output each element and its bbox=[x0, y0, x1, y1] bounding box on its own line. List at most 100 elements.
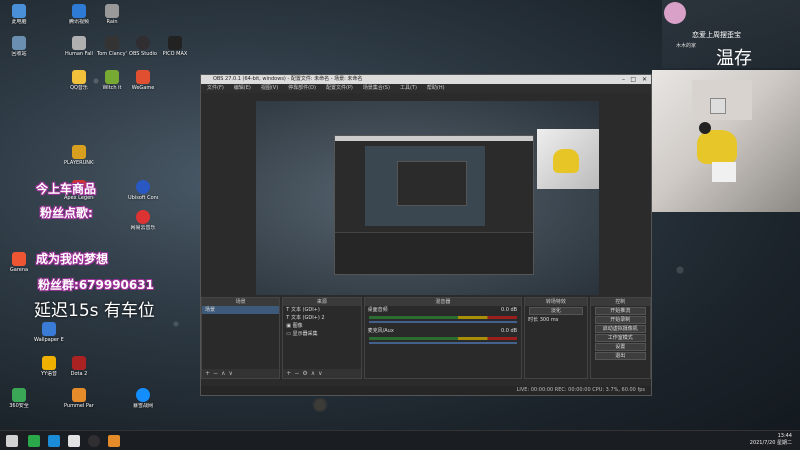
mixer-track: 麦克风/Aux 0.0 dB bbox=[367, 328, 518, 334]
duration-input[interactable]: 300 ms bbox=[540, 317, 559, 323]
desktop-icon[interactable]: 暴雪战网 bbox=[128, 388, 158, 409]
name-card: 恋爱上周摆歪宝 木木的家 温存 bbox=[662, 0, 800, 69]
recycle-bin-icon bbox=[12, 36, 26, 50]
scenes-panel-title: 场景 bbox=[202, 298, 280, 306]
webcam-feed bbox=[652, 70, 800, 212]
video-app-icon bbox=[72, 4, 86, 18]
desktop-icon[interactable]: 回收站 bbox=[4, 36, 34, 57]
down-icon[interactable]: ∨ bbox=[318, 370, 325, 377]
wall-plate bbox=[710, 98, 726, 114]
add-icon[interactable]: + bbox=[205, 370, 213, 377]
desktop-icon[interactable]: Human Fall bbox=[64, 36, 94, 57]
down-icon[interactable]: ∨ bbox=[228, 370, 235, 377]
overlay-line-1: 今上车商品 bbox=[36, 182, 97, 196]
rain-app-icon bbox=[105, 4, 119, 18]
studio-mode-button[interactable]: 工作室模式 bbox=[594, 334, 646, 342]
volume-slider[interactable] bbox=[368, 321, 518, 323]
scene-item[interactable]: 场景 bbox=[202, 306, 280, 314]
exit-button[interactable]: 退出 bbox=[594, 352, 646, 360]
transition-select[interactable]: 淡化 bbox=[529, 307, 583, 315]
remove-icon[interactable]: − bbox=[213, 370, 221, 377]
desktop-icon[interactable]: Witch it bbox=[97, 70, 127, 91]
desktop-icon[interactable]: QQ音乐 bbox=[64, 70, 94, 91]
menu-scene-collection[interactable]: 场景集合(S) bbox=[363, 84, 390, 93]
start-streaming-button[interactable]: 开始推流 bbox=[594, 307, 646, 315]
scenes-panel: 场景 场景 +−∧∨ bbox=[201, 297, 281, 379]
game-icon bbox=[105, 70, 119, 84]
start-icon[interactable] bbox=[6, 435, 18, 447]
obs-preview[interactable] bbox=[256, 101, 599, 295]
battlenet-icon bbox=[136, 388, 150, 402]
garena-icon bbox=[12, 252, 26, 266]
pico-icon bbox=[168, 36, 182, 50]
source-item[interactable]: ▭ 显示器采集 bbox=[283, 330, 360, 338]
menu-view[interactable]: 视图(V) bbox=[261, 84, 278, 93]
mixer-panel: 混音器 桌面音频 0.0 dB 麦克风/Aux 0.0 dB bbox=[363, 297, 523, 379]
desktop-icon[interactable]: 此电脑 bbox=[4, 4, 34, 25]
fan-group-number: 679990631 bbox=[78, 278, 154, 292]
desktop-icon[interactable]: Pummel Party bbox=[64, 388, 94, 409]
sources-toolbar: +−⚙∧∨ bbox=[283, 369, 361, 378]
virtual-camera-button[interactable]: 启动虚拟摄像机 bbox=[594, 325, 646, 333]
obs-taskbar-icon[interactable] bbox=[88, 435, 100, 447]
controls-panel: 控制 开始推流 开始录制 启动虚拟摄像机 工作室模式 设置 退出 bbox=[589, 297, 651, 379]
sources-panel: 来源 T 文本 (GDI+) T 文本 (GDI+) 2 ▣ 图像 ▭ 显示器采… bbox=[282, 297, 362, 379]
desktop-icon[interactable]: Wallpaper Engine bbox=[34, 322, 64, 343]
obs-title: OBS 27.0.1 (64-bit, windows) - 配置文件: 未命名… bbox=[213, 76, 363, 82]
menu-docks[interactable]: 停靠部件(D) bbox=[288, 84, 316, 93]
desktop-icon[interactable]: 腾讯视频 bbox=[64, 4, 94, 25]
preview-webcam bbox=[537, 129, 599, 189]
settings-button[interactable]: 设置 bbox=[594, 343, 646, 351]
taskbar: 13:44 2021/7/20 星期二 bbox=[0, 430, 800, 450]
clock[interactable]: 13:44 2021/7/20 星期二 bbox=[750, 433, 792, 447]
pubg-icon bbox=[72, 145, 86, 159]
menu-profile[interactable]: 配置文件(P) bbox=[326, 84, 353, 93]
close-icon[interactable]: ✕ bbox=[642, 75, 647, 84]
maximize-icon[interactable]: □ bbox=[630, 75, 636, 84]
controls-panel-title: 控制 bbox=[590, 298, 650, 306]
desktop-icon[interactable]: Tom Clancy's bbox=[97, 36, 127, 57]
delay-notice: 延迟15s 有车位 bbox=[34, 301, 155, 321]
streamer-name: 温存 bbox=[716, 48, 752, 69]
name-card-top: 恋爱上周摆歪宝 bbox=[692, 31, 741, 39]
desktop-icon[interactable]: PICO MAX bbox=[160, 36, 190, 57]
fan-group: 粉丝群:679990631 bbox=[38, 276, 154, 293]
desktop-icon[interactable]: OBS Studio bbox=[128, 36, 158, 57]
gear-icon[interactable]: ⚙ bbox=[302, 370, 310, 377]
audio-meter bbox=[368, 316, 518, 319]
desktop-icon[interactable]: Garena bbox=[4, 252, 34, 273]
folder-icon[interactable] bbox=[108, 435, 120, 447]
qq-icon[interactable] bbox=[48, 435, 60, 447]
desktop-icon[interactable]: Ubisoft Connect bbox=[128, 180, 158, 201]
menu-file[interactable]: 文件(F) bbox=[207, 84, 224, 93]
game-icon bbox=[105, 36, 119, 50]
desktop-icon[interactable]: 360安全 bbox=[4, 388, 34, 409]
source-item[interactable]: T 文本 (GDI+) bbox=[283, 306, 360, 314]
minimize-icon[interactable]: – bbox=[622, 75, 625, 84]
mixer-track: 桌面音频 0.0 dB bbox=[367, 307, 518, 313]
menu-tools[interactable]: 工具(T) bbox=[400, 84, 417, 93]
source-item[interactable]: T 文本 (GDI+) 2 bbox=[283, 314, 360, 322]
obs-window[interactable]: OBS 27.0.1 (64-bit, windows) - 配置文件: 未命名… bbox=[200, 74, 652, 396]
preview-nested-obs bbox=[334, 135, 534, 275]
start-recording-button[interactable]: 开始录制 bbox=[594, 316, 646, 324]
menu-edit[interactable]: 编辑(E) bbox=[234, 84, 251, 93]
transitions-panel-title: 转场特效 bbox=[525, 298, 587, 306]
desktop-icon[interactable]: WeGame bbox=[128, 70, 158, 91]
desktop-icon[interactable]: PLAYERUNKNOWN bbox=[64, 145, 94, 166]
netease-music-icon bbox=[136, 210, 150, 224]
desktop-icon[interactable]: YY语音 bbox=[34, 356, 64, 377]
wegame-icon bbox=[136, 70, 150, 84]
wechat-icon[interactable] bbox=[28, 435, 40, 447]
volume-slider[interactable] bbox=[368, 342, 518, 344]
time: 13:44 bbox=[777, 433, 792, 439]
source-item[interactable]: ▣ 图像 bbox=[283, 322, 360, 330]
app-icon[interactable] bbox=[68, 435, 80, 447]
menu-help[interactable]: 帮助(H) bbox=[427, 84, 445, 93]
security-icon bbox=[12, 388, 26, 402]
audio-meter bbox=[368, 337, 518, 340]
obs-titlebar[interactable]: OBS 27.0.1 (64-bit, windows) - 配置文件: 未命名… bbox=[201, 75, 651, 84]
desktop-icon[interactable]: Dota 2 bbox=[64, 356, 94, 377]
desktop-icon[interactable]: 网易云音乐 bbox=[128, 210, 158, 231]
desktop-icon[interactable]: Rain bbox=[97, 4, 127, 25]
